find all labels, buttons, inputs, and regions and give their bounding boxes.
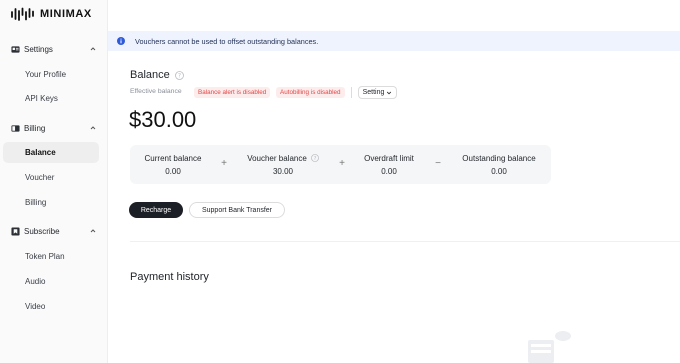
waveform-logo-icon [11,7,34,21]
effective-balance-label: Effective balance [130,88,182,95]
svg-text:?: ? [178,72,181,79]
plus-icon: + [339,157,345,169]
overdraft-limit: Overdraft limit 0.00 [355,145,423,184]
sidebar-item-voucher[interactable]: Voucher [3,167,99,188]
summary-value: 0.00 [491,166,507,176]
sidebar: MINIMAX Settings Your Profile API Keys B… [0,0,108,363]
autobilling-badge: Autobilling is disabled [276,87,345,98]
sidebar-section-billing[interactable]: Billing [11,120,97,136]
wallet-icon [11,124,20,132]
sidebar-section-label: Subscribe [24,226,60,236]
section-divider [130,241,680,242]
sidebar-item-label: Voucher [25,173,55,182]
chevron-up-icon [90,229,96,233]
chevron-up-icon [90,47,96,51]
main-content: Vouchers cannot be used to offset outsta… [108,0,680,363]
sidebar-item-api-keys[interactable]: API Keys [3,88,99,109]
svg-text:?: ? [313,156,316,162]
bookmark-icon [11,226,20,236]
summary-label: Current balance [144,153,202,163]
sidebar-item-label: Balance [25,148,56,157]
divider [351,87,352,98]
sidebar-item-audio[interactable]: Audio [3,271,99,292]
recharge-button[interactable]: Recharge [129,202,183,218]
page-title: Balance [130,69,170,81]
sidebar-item-video[interactable]: Video [3,296,99,317]
voucher-balance: Voucher balance ? 30.00 [237,145,329,184]
empty-state-illustration [528,331,571,363]
help-icon[interactable]: ? [174,70,184,80]
minus-icon: − [435,157,441,169]
sidebar-item-label: Billing [25,198,47,207]
current-balance: Current balance 0.00 [130,145,216,184]
balance-amount: $30.00 [129,107,197,132]
sidebar-section-subscribe[interactable]: Subscribe [11,223,97,239]
sidebar-item-balance[interactable]: Balance [3,142,99,163]
sidebar-item-token-plan[interactable]: Token Plan [3,246,99,267]
sidebar-item-label: Token Plan [25,252,65,261]
sidebar-item-label: Audio [25,277,46,286]
chevron-down-icon [387,91,392,94]
sidebar-item-label: API Keys [25,94,58,103]
summary-label: Outstanding balance [462,153,536,163]
sidebar-section-settings[interactable]: Settings [11,41,97,57]
summary-label-row: Voucher balance ? [247,154,319,163]
sidebar-item-label: Video [25,302,46,311]
sidebar-item-billing[interactable]: Billing [3,192,99,213]
balance-alert-badge: Balance alert is disabled [194,87,271,98]
notice-banner: Vouchers cannot be used to offset outsta… [108,31,680,51]
summary-value: 30.00 [272,166,294,176]
brand-logo[interactable]: MINIMAX [10,6,92,22]
help-icon[interactable]: ? [310,154,319,162]
info-icon [117,37,125,45]
summary-value: 0.00 [381,166,397,176]
id-card-icon [11,45,20,53]
setting-dropdown[interactable]: Setting [358,86,397,99]
outstanding-balance: Outstanding balance 0.00 [448,145,550,184]
summary-label: Voucher balance [247,153,307,163]
plus-icon: + [221,157,227,169]
setting-label: Setting [362,89,385,96]
payment-history-title: Payment history [130,271,209,283]
summary-value: 0.00 [165,166,181,176]
sidebar-section-label: Billing [24,123,46,133]
balance-title: Balance ? [130,69,184,81]
chevron-up-icon [90,126,96,130]
summary-label: Overdraft limit [364,153,414,163]
balance-summary: Current balance 0.00 + Voucher balance ?… [130,145,551,184]
sidebar-section-label: Settings [24,44,53,54]
bank-transfer-button[interactable]: Support Bank Transfer [189,202,285,218]
notice-text: Vouchers cannot be used to offset outsta… [135,36,319,46]
brand-name: MINIMAX [40,8,92,20]
sidebar-item-label: Your Profile [25,70,67,79]
sidebar-item-your-profile[interactable]: Your Profile [3,64,99,85]
